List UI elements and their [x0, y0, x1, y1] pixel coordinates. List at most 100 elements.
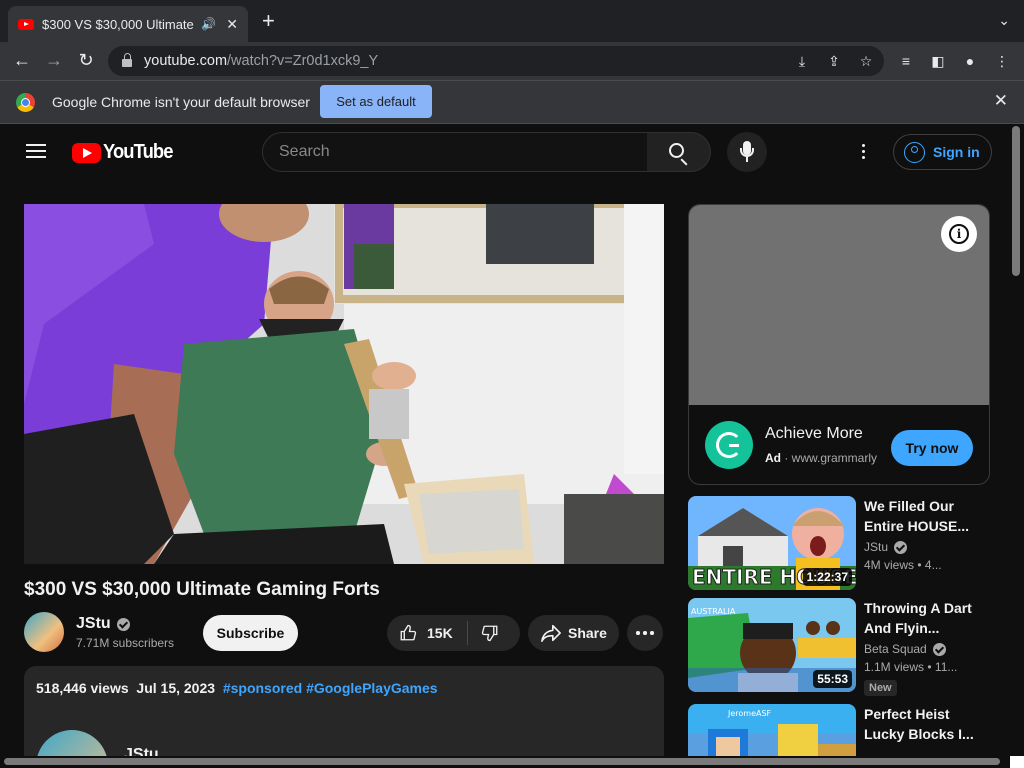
settings-more-icon[interactable] — [862, 144, 866, 160]
hashtags[interactable]: #sponsored #GooglePlayGames — [223, 680, 438, 696]
tab-title: $300 VS $30,000 Ultimate Gaming Forts — [42, 16, 195, 32]
chrome-logo-icon — [16, 93, 35, 112]
tab-strip: $300 VS $30,000 Ultimate Gaming Forts 🔊 … — [0, 0, 1024, 42]
reload-icon[interactable]: ↻ — [74, 48, 98, 72]
profile-icon[interactable]: ● — [960, 51, 980, 71]
subscriber-count: 7.71M subscribers — [76, 636, 175, 650]
close-infobar-icon[interactable]: ✕ — [994, 91, 1008, 111]
back-arrow-icon[interactable]: ← — [10, 48, 34, 72]
recommended-title[interactable]: Perfect Heist Lucky Blocks I... — [864, 704, 974, 744]
like-thumb-up-icon[interactable] — [399, 624, 417, 642]
recommended-title[interactable]: We Filled Our Entire HOUSE... — [864, 496, 974, 536]
youtube-play-logo-icon — [72, 142, 101, 163]
ad-title[interactable]: Achieve More — [765, 425, 863, 443]
video-duration: 1:22:37 — [802, 568, 852, 586]
recommended-channel: Beta Squad — [864, 642, 927, 656]
verified-badge-icon — [894, 540, 908, 554]
chrome-menu-icon[interactable]: ⋮ — [992, 51, 1012, 71]
lock-icon[interactable] — [122, 53, 132, 67]
recommended-video[interactable]: ENTIRE HOUSE 1:22:37 We Filled Our Entir… — [688, 496, 998, 592]
channel-avatar[interactable] — [24, 612, 64, 652]
close-tab-icon[interactable]: ✕ — [226, 16, 238, 33]
browser-tab[interactable]: $300 VS $30,000 Ultimate Gaming Forts 🔊 … — [8, 6, 248, 42]
search-button[interactable] — [647, 132, 711, 172]
scrollbar-thumb[interactable] — [4, 758, 1000, 765]
dislike-thumb-down-icon[interactable] — [481, 624, 499, 642]
hamburger-menu-icon[interactable] — [26, 144, 46, 158]
sign-in-button[interactable]: Sign in — [893, 134, 992, 170]
recommended-age: 11... — [934, 660, 958, 674]
verified-badge-icon — [116, 617, 130, 631]
speaker-icon[interactable]: 🔊 — [201, 17, 216, 31]
recommended-thumbnail[interactable]: AUSTRALIA 55:53 — [688, 598, 856, 692]
search-input[interactable]: Search — [262, 132, 648, 172]
description-box[interactable]: 518,446 views Jul 15, 2023 #sponsored #G… — [24, 666, 664, 768]
thumb-caption: JeromeASF — [727, 709, 772, 718]
default-browser-infobar: Google Chrome isn't your default browser… — [0, 80, 1024, 124]
channel-name-row[interactable]: JStu — [76, 615, 130, 633]
ad-subline: Ad · www.grammarly — [765, 451, 878, 465]
horizontal-scrollbar[interactable] — [0, 756, 1024, 768]
youtube-page: YouTube Search Sign in $300 VS $30,000 U… — [0, 124, 1024, 768]
account-circle-icon — [904, 141, 925, 163]
thumb-caption: AUSTRALIA — [691, 607, 736, 616]
video-duration: 55:53 — [813, 670, 852, 688]
voice-search-button[interactable] — [727, 132, 767, 172]
recommended-video[interactable]: AUSTRALIA 55:53 Throwing A Dart And Flyi… — [688, 598, 998, 696]
recommended-channel-row: Beta Squad — [864, 642, 946, 656]
url-host: youtube.com — [144, 53, 228, 69]
logo-text: YouTube — [103, 141, 173, 163]
verified-badge-icon — [932, 642, 946, 656]
share-button[interactable]: Share — [528, 615, 619, 651]
like-count[interactable]: 15K — [427, 625, 453, 641]
scrollbar-thumb[interactable] — [1012, 126, 1020, 276]
share-page-icon[interactable]: ⇪ — [824, 51, 844, 71]
share-arrow-icon — [541, 624, 561, 642]
recommended-channel: JStu — [864, 540, 889, 554]
video-frame — [24, 204, 664, 564]
recommended-title[interactable]: Throwing A Dart And Flyin... — [864, 598, 974, 638]
new-badge: New — [864, 680, 897, 696]
bookmark-star-icon[interactable]: ☆ — [856, 51, 876, 71]
subscribe-button[interactable]: Subscribe — [203, 615, 298, 651]
try-now-button[interactable]: Try now — [891, 430, 973, 466]
channel-name[interactable]: JStu — [76, 615, 111, 633]
view-count: 518,446 views — [36, 680, 129, 696]
url-path: /watch?v=Zr0d1xck9_Y — [227, 53, 379, 69]
more-actions-icon[interactable] — [627, 615, 663, 651]
recommended-views: 1.1M views — [864, 660, 925, 674]
recommended-stats: 1.1M views • 11... — [864, 660, 958, 674]
vertical-scrollbar[interactable] — [1008, 124, 1024, 756]
description-meta: 518,446 views Jul 15, 2023 #sponsored #G… — [36, 680, 438, 696]
recommended-views: 4M views — [864, 558, 915, 572]
share-label: Share — [568, 625, 607, 641]
youtube-favicon-icon — [18, 18, 34, 30]
new-tab-button[interactable]: + — [262, 10, 275, 32]
scroll-corner — [1010, 756, 1024, 768]
recommended-stats: 4M views • 4... — [864, 558, 942, 572]
like-dislike-bar: 15K — [387, 615, 520, 651]
grammarly-logo-icon — [705, 421, 753, 469]
sign-in-label: Sign in — [933, 144, 980, 160]
video-player[interactable] — [24, 204, 664, 564]
ad-label: Ad — [765, 451, 781, 465]
tab-search-chevron-icon[interactable]: ⌄ — [998, 12, 1010, 29]
forward-arrow-icon[interactable]: → — [42, 48, 66, 72]
recommended-age: 4... — [924, 558, 942, 572]
address-bar[interactable]: youtube.com/watch?v=Zr0d1xck9_Y — [108, 46, 884, 76]
upload-date: Jul 15, 2023 — [136, 680, 216, 696]
youtube-logo[interactable]: YouTube — [72, 141, 179, 164]
ad-card[interactable]: i Achieve More Ad · www.grammarly Try no… — [688, 204, 990, 485]
media-controls-icon[interactable]: ≡ — [896, 51, 916, 71]
search-icon — [669, 143, 684, 158]
recommended-channel-row: JStu — [864, 540, 908, 554]
like-divider — [467, 621, 468, 645]
ad-domain: www.grammarly — [791, 451, 878, 465]
video-title: $300 VS $30,000 Ultimate Gaming Forts — [24, 579, 380, 600]
side-panel-icon[interactable]: ◧ — [928, 51, 948, 71]
install-app-icon[interactable]: ⤓ — [792, 51, 812, 71]
ad-info-button[interactable]: i — [941, 216, 977, 252]
set-as-default-button[interactable]: Set as default — [320, 85, 432, 118]
recommended-thumbnail[interactable]: ENTIRE HOUSE 1:22:37 — [688, 496, 856, 590]
infobar-text: Google Chrome isn't your default browser — [52, 94, 310, 110]
